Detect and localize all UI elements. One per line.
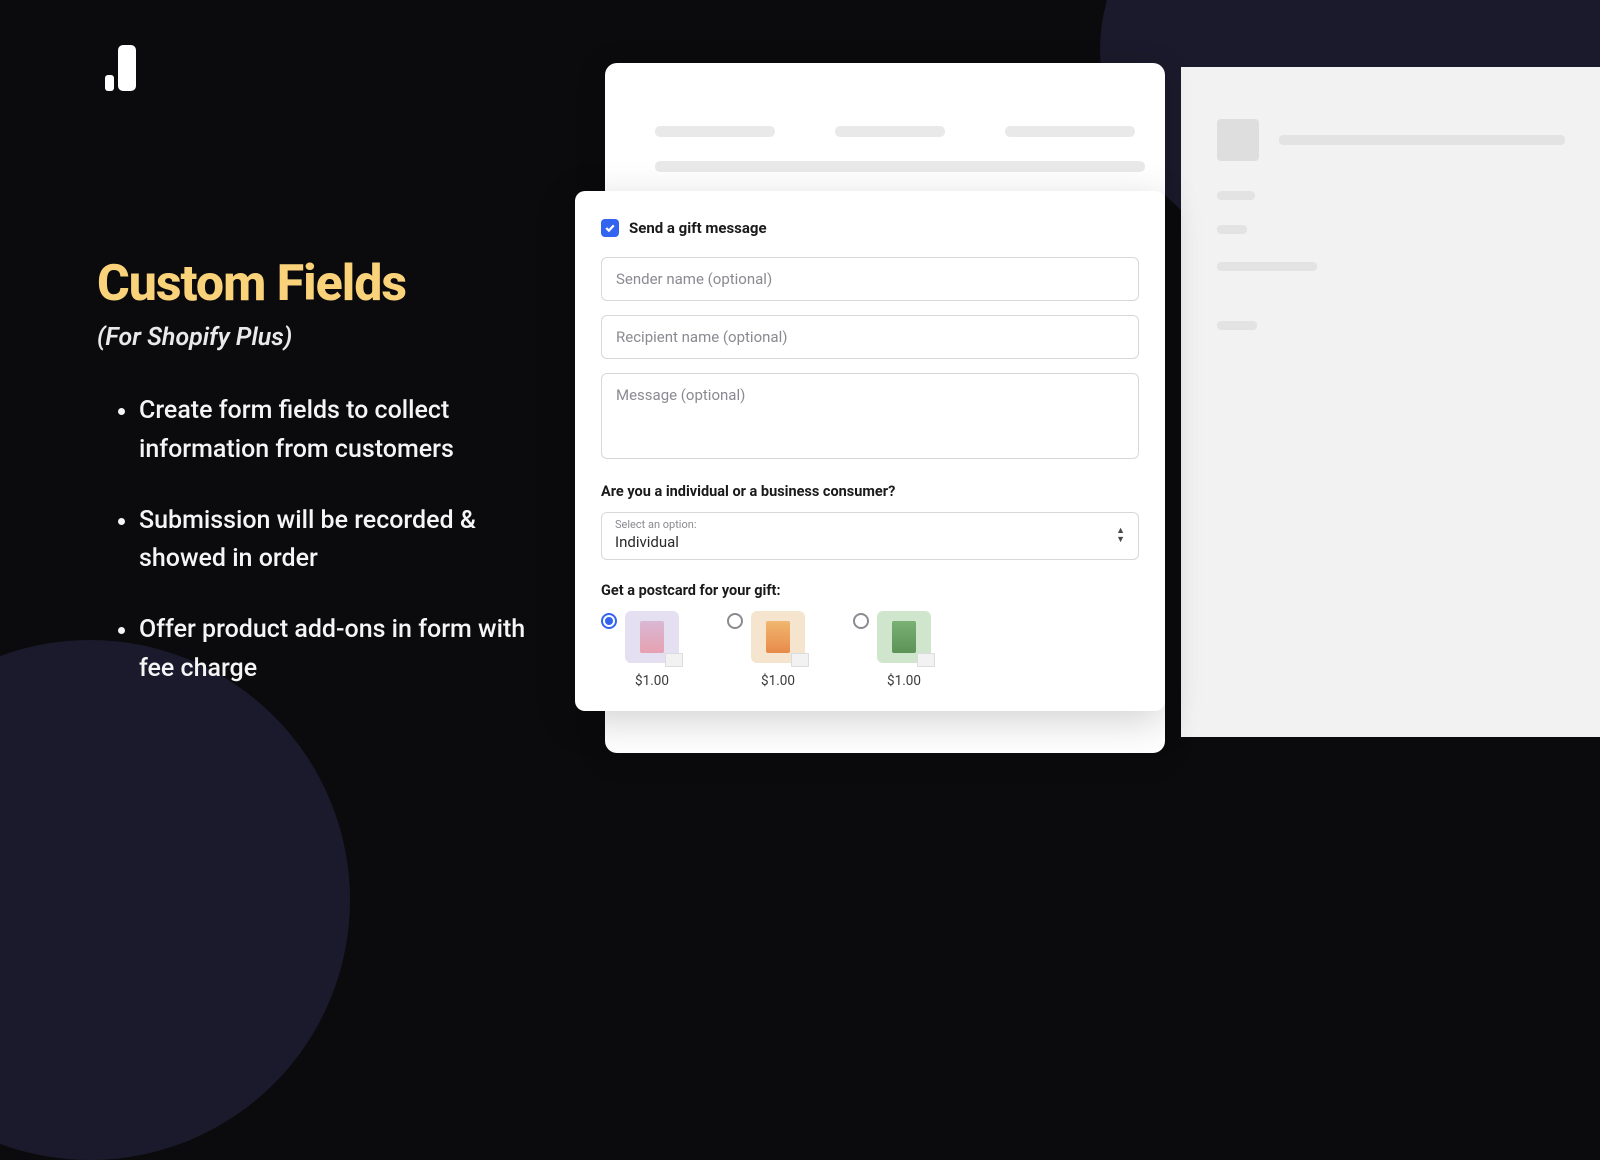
feature-bullet: Create form fields to collect informatio… [139, 392, 527, 470]
gift-message-checkbox[interactable] [601, 219, 619, 237]
postcard-radio-3[interactable] [853, 613, 869, 629]
postcard-thumbnail-purple [625, 611, 679, 663]
consumer-type-select[interactable]: Select an option: Individual ▲▼ [601, 512, 1139, 560]
feature-bullet: Offer product add-ons in form with fee c… [139, 611, 527, 689]
brand-logo-icon [105, 45, 136, 91]
message-textarea[interactable] [601, 373, 1139, 459]
chevron-updown-icon: ▲▼ [1116, 527, 1125, 545]
select-value: Individual [615, 533, 679, 551]
postcard-option-2[interactable]: $1.00 [727, 611, 805, 689]
postcard-radio-2[interactable] [727, 613, 743, 629]
page-title: Custom Fields [97, 255, 527, 313]
feature-bullet-list: Create form fields to collect informatio… [139, 392, 527, 689]
postcard-option-3[interactable]: $1.00 [853, 611, 931, 689]
sidebar-skeleton [1181, 67, 1600, 737]
custom-fields-form-card: Send a gift message Are you a individual… [575, 191, 1165, 711]
postcard-price: $1.00 [635, 673, 669, 689]
postcard-options: $1.00 $1.00 $1.00 [601, 611, 1139, 689]
ui-mockup: Send a gift message Are you a individual… [605, 63, 1600, 863]
select-caption: Select an option: [615, 518, 696, 531]
postcard-option-1[interactable]: $1.00 [601, 611, 679, 689]
feature-bullet: Submission will be recorded & showed in … [139, 502, 527, 580]
postcard-question: Get a postcard for your gift: [601, 582, 1139, 599]
postcard-radio-1[interactable] [601, 613, 617, 629]
postcard-thumbnail-green [877, 611, 931, 663]
postcard-thumbnail-orange [751, 611, 805, 663]
sender-name-input[interactable] [601, 257, 1139, 301]
feature-description-panel: Custom Fields (For Shopify Plus) Create … [97, 255, 527, 721]
recipient-name-input[interactable] [601, 315, 1139, 359]
postcard-price: $1.00 [887, 673, 921, 689]
page-subtitle: (For Shopify Plus) [97, 323, 527, 352]
postcard-price: $1.00 [761, 673, 795, 689]
consumer-type-question: Are you a individual or a business consu… [601, 483, 1139, 500]
gift-message-label: Send a gift message [629, 219, 767, 237]
